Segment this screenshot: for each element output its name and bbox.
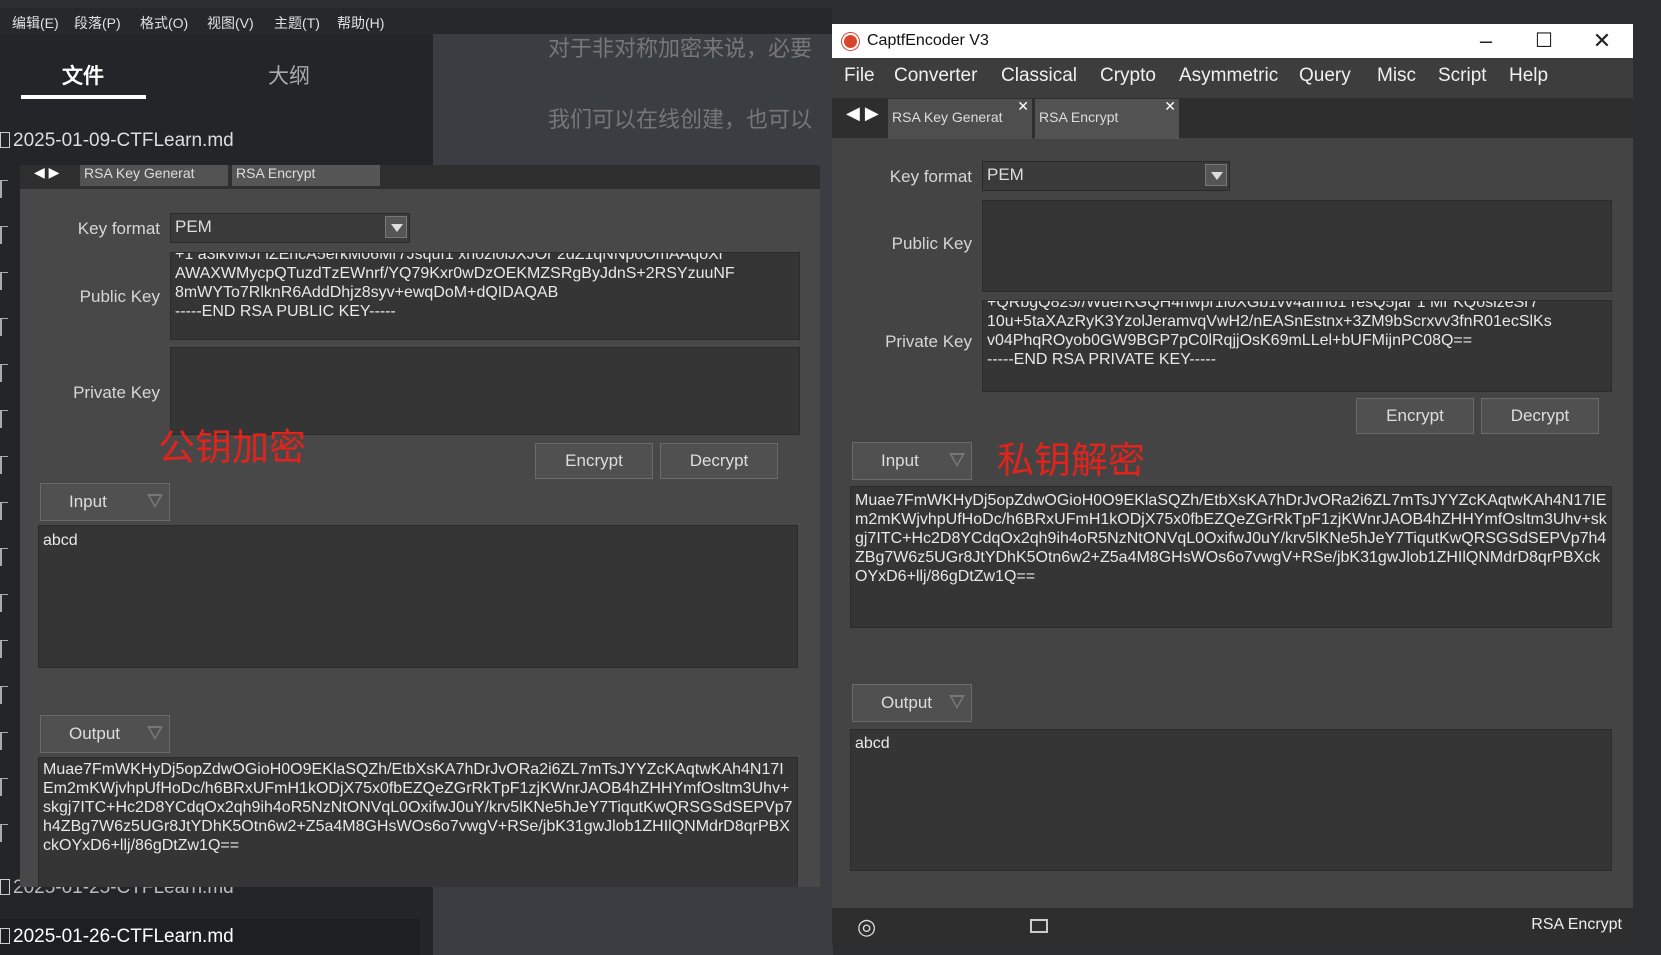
editor-text: 对于非对称加密来说，必要 <box>548 36 813 61</box>
file-icon <box>0 732 8 750</box>
menu-converter[interactable]: Converter <box>894 65 977 87</box>
eye-hidden-icon[interactable]: ◎ <box>857 914 876 940</box>
input-format-dropdown[interactable]: Input <box>852 442 972 480</box>
menu-help[interactable]: 帮助(H) <box>337 13 384 33</box>
title-bar: CaptfEncoder V3 – ☐ ✕ <box>832 24 1633 58</box>
window-title: CaptfEncoder V3 <box>867 32 989 49</box>
decrypt-button[interactable]: Decrypt <box>1481 398 1599 434</box>
tab-scroll-arrows-icon[interactable]: ◀ ▶ <box>846 103 879 124</box>
file-icon <box>0 502 8 520</box>
menu-theme[interactable]: 主题(T) <box>274 13 320 33</box>
key-format-label: Key format <box>889 167 972 186</box>
file-icon <box>0 778 8 796</box>
output-format-dropdown[interactable]: Output <box>40 715 170 753</box>
output-textarea[interactable]: Muae7FmWKHyDj5opZdwOGioH0O9EKlaSQZh/EtbX… <box>38 757 798 887</box>
input-textarea[interactable]: Muae7FmWKHyDj5opZdwOGioH0O9EKlaSQZh/EtbX… <box>850 486 1612 628</box>
input-textarea[interactable]: abcd <box>38 525 798 668</box>
chevron-down-icon <box>1205 164 1227 186</box>
public-key-textarea[interactable]: +1 a3ikvMJf iZEncA5erkMo6Mr7Jsquf1 xnozl… <box>170 252 800 340</box>
output-format-dropdown[interactable]: Output <box>852 684 972 722</box>
menu-file[interactable]: File <box>844 65 875 87</box>
file-icon <box>0 594 8 612</box>
annotation-public-encrypt: 公钥加密 <box>158 427 306 468</box>
key-format-label: Key format <box>77 219 160 238</box>
maximize-icon[interactable]: ☐ <box>1515 24 1573 58</box>
menu-paragraph[interactable]: 段落(P) <box>74 13 121 33</box>
dropdown-triangle-icon <box>147 494 163 508</box>
menu-query[interactable]: Query <box>1299 65 1351 87</box>
tab-rsa-key-generate[interactable]: RSA Key Generat ✕ <box>888 98 1032 139</box>
public-key-label: Public Key <box>79 287 160 306</box>
menu-misc[interactable]: Misc <box>1377 65 1416 87</box>
file-icon <box>0 640 8 658</box>
menu-classical[interactable]: Classical <box>1001 65 1077 87</box>
dropdown-triangle-icon <box>949 453 965 467</box>
file-item-selected[interactable]: 2025-01-26-CTFLearn.md <box>0 926 234 948</box>
menu-edit[interactable]: 编辑(E) <box>12 13 59 33</box>
tab-rsa-encrypt[interactable]: RSA Encrypt <box>232 165 380 186</box>
close-icon[interactable]: ✕ <box>1573 24 1631 58</box>
private-key-textarea[interactable]: +QRbgQ825//WuerKGQH4riwpr1i0XGb1vv4anrio… <box>982 300 1612 392</box>
encoder-window-right: CaptfEncoder V3 – ☐ ✕ File Converter Cla… <box>832 24 1633 945</box>
file-icon <box>0 272 8 290</box>
public-key-textarea[interactable] <box>982 200 1612 292</box>
tab-files[interactable]: 文件 <box>62 60 104 90</box>
annotation-private-decrypt: 私钥解密 <box>997 440 1145 481</box>
output-textarea[interactable]: abcd <box>850 729 1612 871</box>
decrypt-button[interactable]: Decrypt <box>660 443 778 479</box>
file-icon <box>0 132 10 148</box>
menu-crypto[interactable]: Crypto <box>1100 65 1156 87</box>
editor-text: 我们可以在线创建，也可以 <box>548 107 813 132</box>
file-icon <box>0 410 8 428</box>
file-icon <box>0 456 8 474</box>
key-format-select[interactable]: PEM <box>982 161 1230 191</box>
file-icon <box>0 180 8 198</box>
public-key-label: Public Key <box>891 234 972 253</box>
active-tab-underline <box>21 95 146 99</box>
key-format-select[interactable]: PEM <box>170 213 410 243</box>
tab-scroll-arrows-icon[interactable]: ◀ ▶ <box>34 165 59 179</box>
dropdown-triangle-icon <box>147 726 163 740</box>
encoder-menubar: File Converter Classical Crypto Asymmetr… <box>832 58 1633 98</box>
file-item[interactable]: 2025-01-09-CTFLearn.md <box>0 130 234 152</box>
status-text: RSA Encrypt <box>1531 916 1622 933</box>
tab-outline[interactable]: 大纲 <box>268 60 310 90</box>
chevron-down-icon <box>385 216 407 238</box>
tab-rsa-encrypt[interactable]: RSA Encrypt ✕ <box>1035 98 1179 139</box>
app-logo-icon <box>842 33 859 50</box>
encoder-window-left: ◀ ▶ RSA Key Generat RSA Encrypt Key form… <box>20 165 820 887</box>
menu-script[interactable]: Script <box>1438 65 1487 87</box>
file-icon <box>0 928 10 944</box>
menu-format[interactable]: 格式(O) <box>140 13 188 33</box>
file-icon <box>0 548 8 566</box>
file-icon <box>0 879 10 895</box>
menu-asymmetric[interactable]: Asymmetric <box>1179 65 1278 87</box>
menu-view[interactable]: 视图(V) <box>207 13 254 33</box>
minimize-icon[interactable]: – <box>1457 24 1515 58</box>
input-format-dropdown[interactable]: Input <box>40 483 170 521</box>
tab-rsa-key-generate[interactable]: RSA Key Generat <box>80 165 228 186</box>
app-menubar: 编辑(E) 段落(P) 格式(O) 视图(V) 主题(T) 帮助(H) <box>0 8 832 34</box>
encrypt-button[interactable]: Encrypt <box>1356 398 1474 434</box>
file-icon <box>0 318 8 336</box>
file-icon <box>0 824 8 842</box>
encrypt-button[interactable]: Encrypt <box>535 443 653 479</box>
close-tab-icon[interactable]: ✕ <box>1017 98 1029 115</box>
menu-help[interactable]: Help <box>1509 65 1548 87</box>
file-icon <box>0 226 8 244</box>
file-icon <box>0 686 8 704</box>
close-tab-icon[interactable]: ✕ <box>1164 98 1176 115</box>
private-key-label: Private Key <box>73 383 160 402</box>
dropdown-triangle-icon <box>949 695 965 709</box>
window-icon[interactable] <box>1030 919 1048 933</box>
private-key-label: Private Key <box>885 332 972 351</box>
file-icon <box>0 364 8 382</box>
